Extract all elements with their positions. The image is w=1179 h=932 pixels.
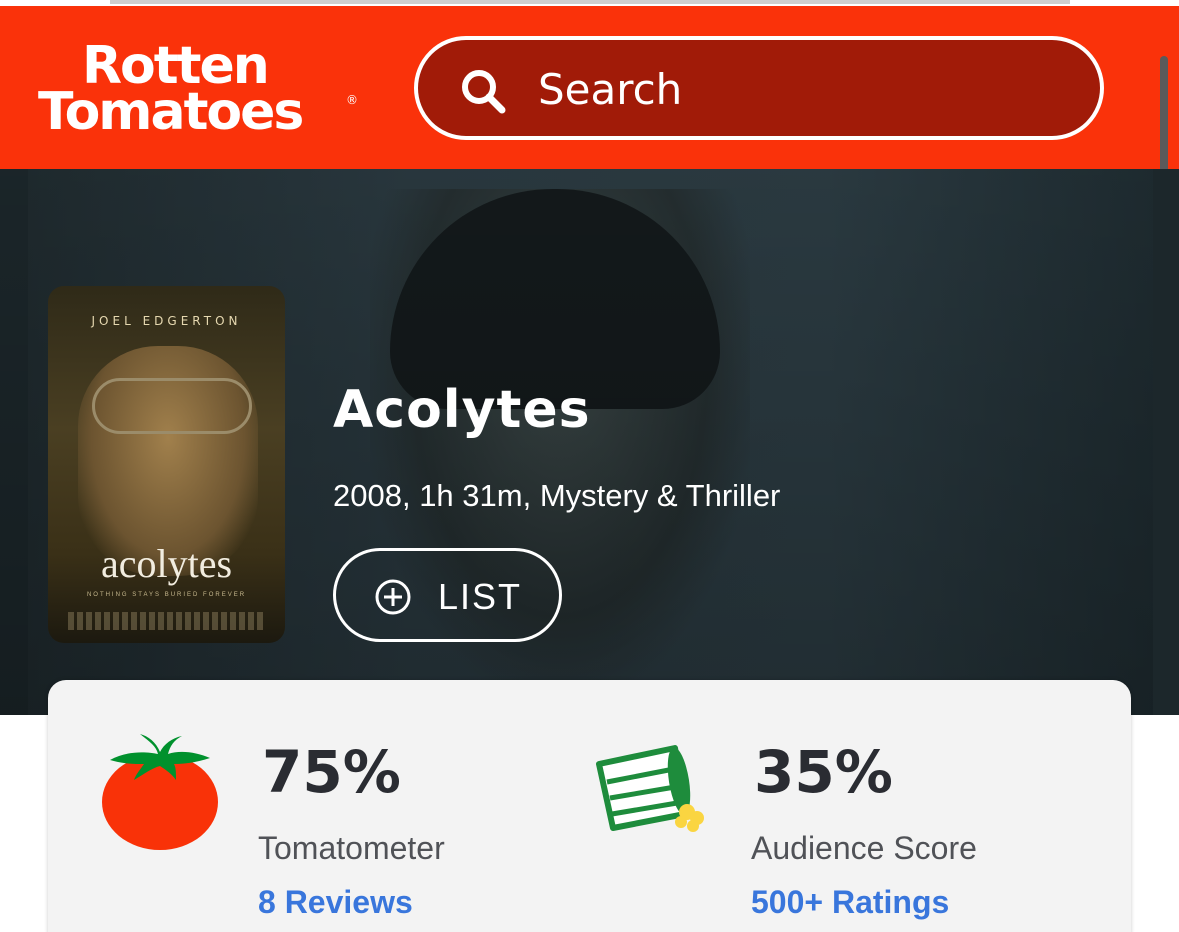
score-card: 75% Tomatometer 8 Reviews 35% Audience S…	[48, 680, 1131, 932]
movie-poster[interactable]: JOEL EDGERTON acolytes NOTHING STAYS BUR…	[48, 286, 285, 643]
movie-title: Acolytes	[333, 380, 591, 440]
poster-actor-credit: JOEL EDGERTON	[91, 314, 242, 328]
audience-score-label: Audience Score	[751, 830, 977, 866]
add-to-list-label: LIST	[438, 576, 523, 617]
search-input[interactable]: Search	[414, 36, 1104, 140]
ratings-count-link[interactable]: 500+ Ratings	[751, 884, 949, 921]
audience-score: 35%	[754, 738, 893, 806]
spilled-popcorn-icon	[596, 745, 704, 832]
hero-right-edge	[1153, 169, 1179, 715]
search-placeholder: Search	[538, 65, 683, 114]
logo-registered-mark: ®	[346, 93, 358, 107]
poster-credit-block	[68, 612, 265, 630]
plus-circle-icon	[375, 579, 411, 615]
poster-tagline: NOTHING STAYS BURIED FOREVER	[86, 592, 247, 598]
logo-line-2: Tomatoes	[38, 82, 304, 142]
poster-title: acolytes	[100, 541, 233, 586]
poster-glasses-art	[92, 378, 252, 434]
site-header: Rotten Tomatoes ® Search	[0, 6, 1179, 169]
rotten-tomatoes-logo[interactable]: Rotten Tomatoes ®	[36, 36, 366, 146]
reviews-count-link[interactable]: 8 Reviews	[258, 884, 413, 921]
fresh-tomato-icon	[102, 734, 218, 850]
tomatometer-score: 75%	[262, 738, 401, 806]
movie-meta: 2008, 1h 31m, Mystery & Thriller	[333, 478, 781, 513]
browser-address-bar-edge	[110, 0, 1070, 4]
tomatometer-label: Tomatometer	[258, 830, 445, 866]
search-icon	[462, 70, 506, 114]
add-to-list-button[interactable]: LIST	[333, 548, 562, 642]
